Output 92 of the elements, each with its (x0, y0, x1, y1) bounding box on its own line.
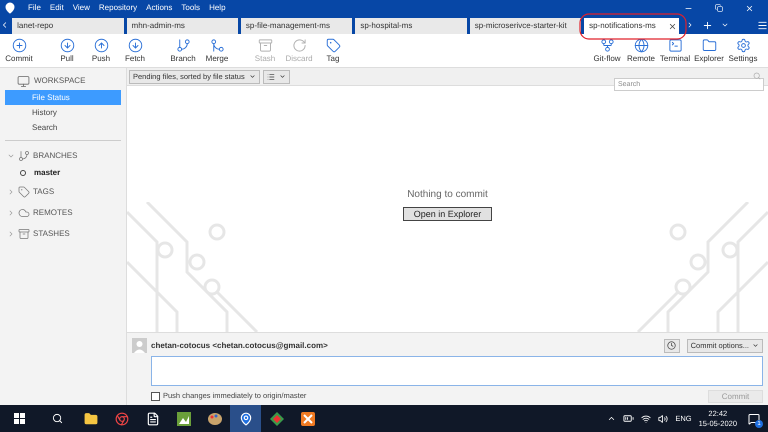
menu-item[interactable]: File (28, 2, 41, 14)
chevron-icon (278, 73, 286, 80)
chevron-icon (7, 230, 15, 238)
fork-icon (600, 38, 614, 53)
list-icon (266, 72, 275, 80)
repo-tab[interactable]: lanet-repo (12, 18, 124, 34)
restore-icon[interactable] (715, 4, 723, 12)
folder-icon (702, 38, 716, 53)
section-toggle[interactable]: REMOTES (0, 204, 126, 222)
chevron-icon (752, 342, 759, 349)
toolbar-button[interactable]: Branch (166, 38, 200, 63)
chevron-icon (7, 188, 15, 196)
menu-item[interactable]: Actions (146, 2, 172, 14)
down-arrow-circle-icon (60, 38, 74, 53)
toolbar-button[interactable]: Tag (316, 38, 350, 63)
toolbar-button[interactable]: Commit (2, 38, 36, 63)
close-icon[interactable] (745, 4, 754, 12)
repo-tab[interactable]: sp-notifications-ms (584, 18, 680, 34)
chevron-icon (248, 73, 256, 80)
current-branch-icon (20, 170, 26, 176)
repo-tab[interactable]: sp-file-management-ms (240, 18, 352, 34)
monitor-icon (17, 74, 30, 88)
chevron-icon (7, 209, 15, 217)
settings-icon (736, 38, 750, 53)
cloud-icon (18, 207, 30, 219)
clock-icon (667, 341, 676, 350)
rotate-icon (292, 38, 306, 53)
tag-icon (18, 186, 30, 198)
toolbar-button[interactable]: Terminal (658, 38, 692, 63)
toolbar-button[interactable]: Explorer (692, 38, 726, 63)
folder-icon[interactable] (84, 412, 98, 426)
dropdown-icon[interactable] (721, 21, 730, 29)
notifications-icon[interactable] (748, 412, 760, 424)
search-icon[interactable] (52, 413, 63, 424)
close-tab-icon[interactable] (668, 22, 678, 30)
menu-item[interactable]: Edit (50, 2, 64, 14)
menu-item[interactable]: Help (209, 2, 226, 14)
down-arrow-circle-icon (128, 38, 142, 53)
server-app-icon[interactable] (300, 412, 314, 426)
up-arrow-circle-icon (94, 38, 108, 53)
chevron-icon[interactable] (607, 414, 616, 423)
repo-tab[interactable]: mhn-admin-ms (126, 18, 238, 34)
push-checkbox[interactable] (151, 392, 160, 400)
app-logo-icon[interactable] (238, 412, 252, 426)
open-in-explorer-button[interactable]: Open in Explorer (402, 207, 492, 221)
section-header: WORKSPACE (34, 75, 86, 87)
section-toggle[interactable]: TAGS (0, 183, 126, 201)
author-label: chetan-cotocus <chetan.cotocus@gmail.com> (151, 340, 328, 352)
menu-icon[interactable] (757, 20, 768, 30)
branch-icon (176, 38, 190, 53)
history-button[interactable] (664, 338, 680, 352)
toolbar-button[interactable]: Remote (624, 38, 658, 63)
toolbar-button[interactable]: Git-flow (590, 38, 624, 63)
archive-icon (18, 228, 30, 240)
speaker-icon[interactable] (658, 414, 668, 424)
view-mode-dropdown[interactable] (262, 70, 290, 84)
toolbar-button[interactable]: Settings (726, 38, 760, 63)
add-tab-icon[interactable] (702, 20, 714, 30)
sidebar-item[interactable]: Search (5, 120, 121, 135)
tag-icon (326, 38, 340, 53)
section-toggle[interactable]: STASHES (0, 225, 126, 243)
toolbar-button[interactable]: Fetch (118, 38, 152, 63)
sidebar-item[interactable]: History (5, 105, 121, 120)
section-toggle[interactable]: BRANCHES (0, 147, 126, 165)
toolbar-button[interactable]: Pull (50, 38, 84, 63)
wifi-icon[interactable] (641, 414, 652, 424)
branch-icon (18, 150, 30, 162)
chevron-icon (7, 152, 15, 160)
globe-icon (634, 38, 648, 53)
image-editor-icon[interactable] (176, 412, 190, 426)
menu-item[interactable]: View (72, 2, 90, 14)
diamond-icon[interactable] (270, 412, 284, 426)
plus-circle-icon (12, 38, 26, 53)
app-logo-icon (4, 2, 16, 14)
archive-icon (258, 38, 272, 53)
toolbar-button[interactable]: Merge (200, 38, 234, 63)
repo-tab[interactable]: sp-microserivce-starter-kit (470, 18, 582, 34)
browser-icon[interactable] (114, 412, 128, 426)
search-icon (753, 72, 761, 80)
empty-message: Nothing to commit (407, 188, 488, 202)
commit-message-field[interactable] (151, 356, 763, 386)
document-icon[interactable] (146, 412, 160, 426)
avatar-icon (132, 338, 147, 353)
terminal-icon (668, 38, 682, 53)
branch-item[interactable]: master (0, 165, 126, 180)
battery-icon[interactable] (623, 413, 634, 424)
repo-tab[interactable]: sp-hospital-ms (355, 18, 467, 34)
menu-item[interactable]: Tools (181, 2, 200, 14)
menu-item[interactable]: Repository (98, 2, 138, 14)
palette-icon[interactable] (208, 412, 222, 426)
toolbar-button[interactable]: Push (84, 38, 118, 63)
merge-icon (210, 38, 224, 53)
